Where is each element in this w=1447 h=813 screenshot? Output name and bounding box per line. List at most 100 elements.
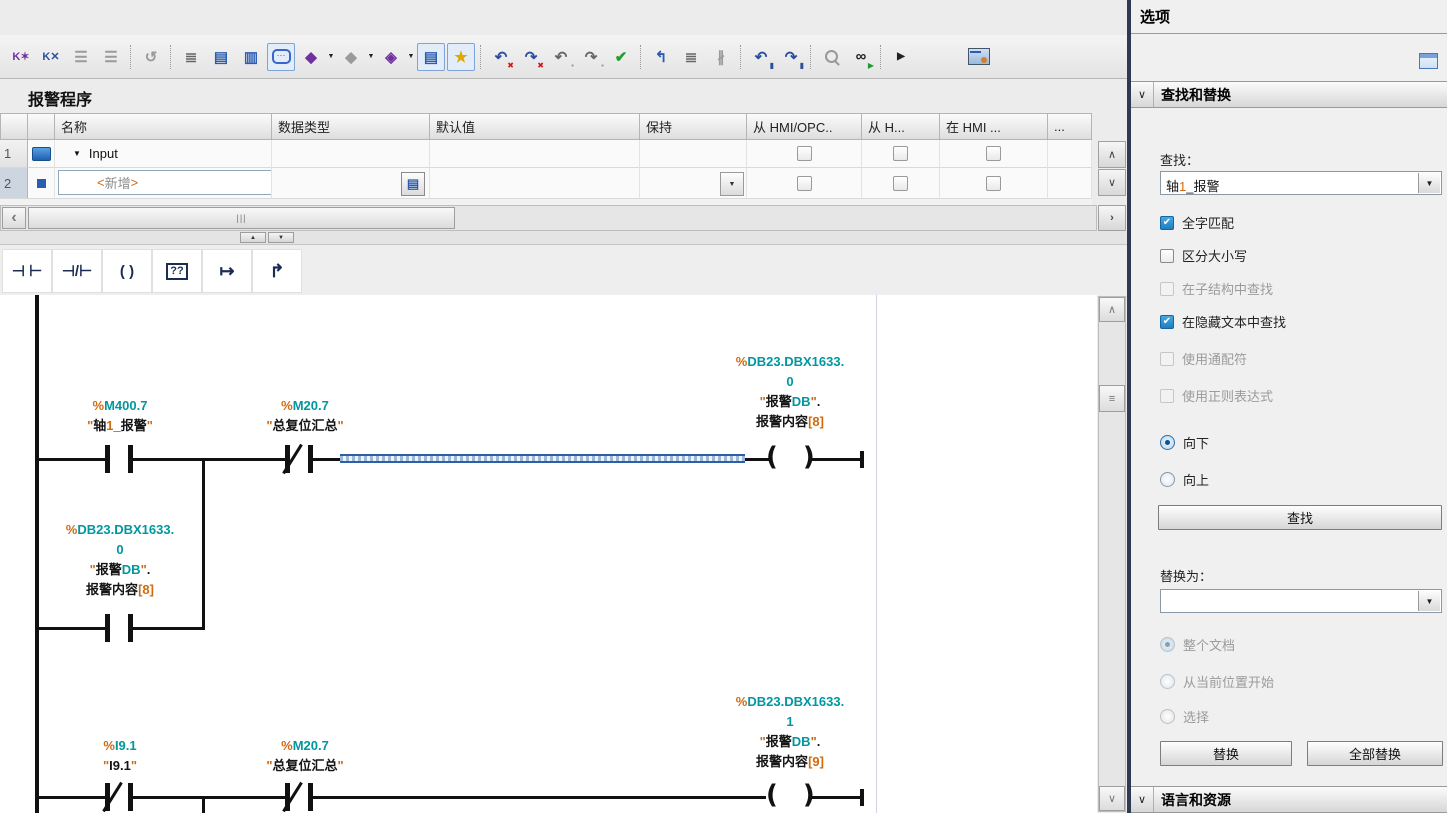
operand-label-contact1[interactable]: %M400.7 "轴1_报警" xyxy=(30,396,210,436)
disclosure-triangle-icon[interactable]: ▼ xyxy=(73,149,81,158)
structure-view-icon[interactable]: ∦ xyxy=(707,43,735,71)
operand-comments-menu-icon[interactable]: ◆ xyxy=(337,43,365,71)
absolute-operands-menu-icon[interactable]: ◆ xyxy=(297,43,325,71)
table-row-input[interactable]: ▼ Input xyxy=(55,140,272,168)
open-all-networks-icon[interactable]: ▤ xyxy=(207,43,235,71)
find-combobox[interactable]: 轴1_报警 ▼ xyxy=(1160,171,1442,195)
reset-start-values-icon[interactable]: ↺ xyxy=(137,43,165,71)
in-hmi-checkbox[interactable] xyxy=(986,146,1001,161)
section-collapse-icon[interactable]: ∨ xyxy=(1131,787,1154,812)
cross-references-icon[interactable]: ≣ xyxy=(677,43,705,71)
synchronize-db-icon[interactable]: ↷▪ xyxy=(577,43,605,71)
find-replace-section-header[interactable]: ∨ 查找和替换 xyxy=(1131,81,1447,108)
up-radio[interactable] xyxy=(1160,472,1175,487)
close-branch-button[interactable]: ↱ xyxy=(252,249,302,293)
whole-word-checkbox[interactable]: ✔ xyxy=(1160,216,1174,230)
find-button[interactable]: 查找 xyxy=(1158,505,1442,530)
table-header-datatype[interactable]: 数据类型 xyxy=(272,113,430,140)
update-block-calls-icon[interactable]: ↶▪ xyxy=(547,43,575,71)
no-contact[interactable] xyxy=(105,614,110,642)
operand-label-contact2[interactable]: %M20.7 "总复位汇总" xyxy=(215,736,395,776)
close-all-networks-icon[interactable]: ▥ xyxy=(237,43,265,71)
monitoring-toggle-icon[interactable]: ∞▶ xyxy=(847,43,875,71)
h-scroll-right-button[interactable]: › xyxy=(1098,205,1126,231)
table-header-from-hmi-opc[interactable]: 从 HMI/OPC.. xyxy=(747,113,862,140)
expand-all-icon[interactable]: ≣ xyxy=(177,43,205,71)
table-header-in-hmi[interactable]: 在 HMI ... xyxy=(940,113,1048,140)
option-whole-word[interactable]: ✔ 全字匹配 xyxy=(1160,213,1234,232)
h-scroll-left-button[interactable]: ‹ xyxy=(2,207,26,229)
add-row-before-icon[interactable]: ☰ xyxy=(67,43,95,71)
selected-wire[interactable] xyxy=(340,454,745,463)
replace-all-button[interactable]: 全部替换 xyxy=(1307,741,1443,766)
operand-label-coil[interactable]: %DB23.DBX1633. 0 "报警DB". 报警内容[8] xyxy=(690,352,890,432)
replace-dropdown-button[interactable]: ▼ xyxy=(1418,591,1440,611)
table-header-default[interactable]: 默认值 xyxy=(430,113,640,140)
hmi-opc-checkbox[interactable] xyxy=(797,146,812,161)
table-scroll-down-button[interactable]: ∨ xyxy=(1098,169,1126,196)
v-scroll-up-button[interactable]: ∧ xyxy=(1099,297,1125,322)
hidden-text-checkbox[interactable]: ✔ xyxy=(1160,315,1174,329)
open-branch-button[interactable]: ↦ xyxy=(202,249,252,293)
operand-label-coil[interactable]: %DB23.DBX1633. 1 "报警DB". 报警内容[9] xyxy=(690,692,890,772)
next-error-icon[interactable]: ↷✖ xyxy=(517,43,545,71)
from-h-checkbox[interactable] xyxy=(893,146,908,161)
favorites-toggle-icon[interactable]: ★ xyxy=(447,43,475,71)
go-to-definition-icon[interactable]: ↰ xyxy=(647,43,675,71)
table-header-more[interactable]: ... xyxy=(1048,113,1092,140)
direction-up[interactable]: 向上 xyxy=(1160,470,1209,489)
direction-down[interactable]: 向下 xyxy=(1160,433,1209,452)
previous-error-icon[interactable]: ↶✖ xyxy=(487,43,515,71)
table-header-retain[interactable]: 保持 xyxy=(640,113,747,140)
option-match-case[interactable]: 区分大小写 xyxy=(1160,246,1247,265)
h-scrollbar-thumb[interactable]: ||| xyxy=(28,207,455,229)
in-hmi-checkbox[interactable] xyxy=(986,176,1001,191)
option-hidden-text[interactable]: ✔ 在隐藏文本中查找 xyxy=(1160,312,1286,331)
operand-label-branch-contact[interactable]: %DB23.DBX1633. 0 "报警DB". 报警内容[8] xyxy=(30,520,210,600)
splitter-bar[interactable] xyxy=(0,231,1128,244)
table-scroll-up-button[interactable]: ∧ xyxy=(1098,141,1126,168)
v-scrollbar-thumb[interactable]: ≡ xyxy=(1099,385,1125,412)
more-commands-icon[interactable]: ▶ xyxy=(887,43,915,71)
insert-nc-contact-button[interactable]: ⊣/⊢ xyxy=(52,249,102,293)
v-scroll-down-button[interactable]: ∨ xyxy=(1099,786,1125,811)
hmi-opc-checkbox[interactable] xyxy=(797,176,812,191)
replace-button[interactable]: 替换 xyxy=(1160,741,1292,766)
add-row-after-icon[interactable]: ☰ xyxy=(97,43,125,71)
delete-row-icon[interactable]: K✕ xyxy=(37,43,65,71)
insert-empty-box-button[interactable]: ?? xyxy=(152,249,202,293)
search-icon[interactable] xyxy=(817,43,845,71)
operand-comments-caret-icon[interactable]: ▼ xyxy=(366,53,376,60)
datatype-picker-button[interactable]: ▤ xyxy=(401,172,425,196)
insert-coil-button[interactable]: ( ) xyxy=(102,249,152,293)
table-header-from-h[interactable]: 从 H... xyxy=(862,113,940,140)
splitter-expand-button[interactable]: ▼ xyxy=(268,232,294,243)
absolute-operands-caret-icon[interactable]: ▼ xyxy=(326,53,336,60)
previous-bookmark-icon[interactable]: ↶▮ xyxy=(747,43,775,71)
network-overview-icon[interactable]: ▤ xyxy=(417,43,445,71)
from-h-checkbox[interactable] xyxy=(893,176,908,191)
find-value[interactable]: 轴1_报警 xyxy=(1166,176,1219,195)
down-radio[interactable] xyxy=(1160,435,1175,450)
v-scrollbar-track[interactable] xyxy=(1098,296,1126,812)
next-bookmark-icon[interactable]: ↷▮ xyxy=(777,43,805,71)
new-variable-input[interactable]: <新增> xyxy=(58,170,272,195)
symbolic-operands-menu-icon[interactable]: ◈ xyxy=(377,43,405,71)
section-collapse-icon[interactable]: ∨ xyxy=(1131,82,1154,107)
symbolic-operands-caret-icon[interactable]: ▼ xyxy=(406,53,416,60)
float-panel-icon[interactable] xyxy=(1419,53,1438,69)
operand-label-contact2[interactable]: %M20.7 "总复位汇总" xyxy=(215,396,395,436)
coil[interactable]: ( ) xyxy=(766,442,823,472)
replace-combobox[interactable]: ▼ xyxy=(1160,589,1442,613)
languages-section-header[interactable]: ∨ 语言和资源 xyxy=(1131,786,1447,813)
table-header-name[interactable]: 名称 xyxy=(55,113,272,140)
no-contact[interactable] xyxy=(105,445,110,473)
split-editor-space-icon[interactable] xyxy=(965,43,993,71)
retain-dropdown-button[interactable]: ▼ xyxy=(720,172,744,196)
lad-network-canvas[interactable]: %M400.7 "轴1_报警" %M20.7 "总复位汇总" %DB23.DBX… xyxy=(0,295,1097,813)
insert-row-icon[interactable]: K✶ xyxy=(7,43,35,71)
match-case-checkbox[interactable] xyxy=(1160,249,1174,263)
operand-label-contact1[interactable]: %I9.1 "I9.1" xyxy=(30,736,210,776)
network-comments-toggle-icon[interactable]: ⋯ xyxy=(267,43,295,71)
find-dropdown-button[interactable]: ▼ xyxy=(1418,173,1440,193)
